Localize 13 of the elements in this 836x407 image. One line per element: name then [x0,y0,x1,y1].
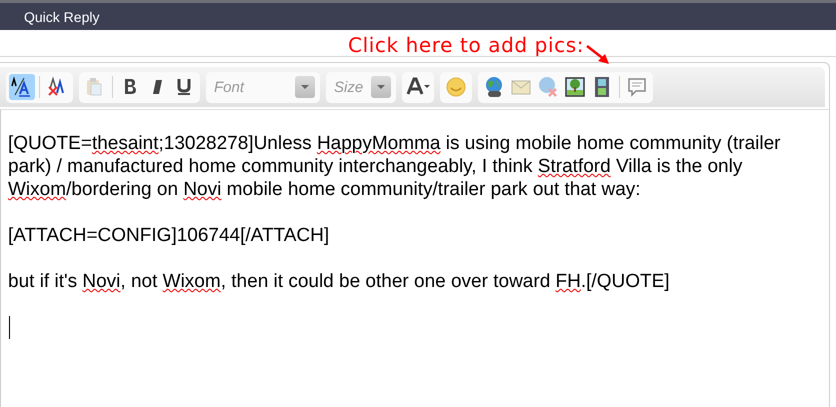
globe-unlink-icon [536,75,560,99]
source-mode-button[interactable] [9,74,35,100]
dropdown[interactable]: Size [326,72,396,102]
annotation-arrow [585,44,611,66]
text-paragraph: but if it's Novi, not Wixom, then it could be other one over toward FH.[/QUOTE] [8,270,671,293]
annotation-text: Click here to add pics: [348,33,584,57]
dropdown-placeholder: Size [334,78,364,96]
header-title: Quick Reply [24,8,100,24]
text-paragraph: [ATTACH=CONFIG]106744[/ATTACH] [8,224,330,247]
dropdown-placeholder: Font [214,78,244,96]
dropdown[interactable]: Font [206,72,320,102]
text-paragraph: [QUOTE=thesaint;13028278]Unless HappyMomma is using mobile home community (trailer park) / manufactured home community interchangeably, I think Stratford Villa is the only Wixom/bordering on Novi mobile home community/trailer park out that way: [8,132,782,201]
picture-icon [563,75,587,99]
